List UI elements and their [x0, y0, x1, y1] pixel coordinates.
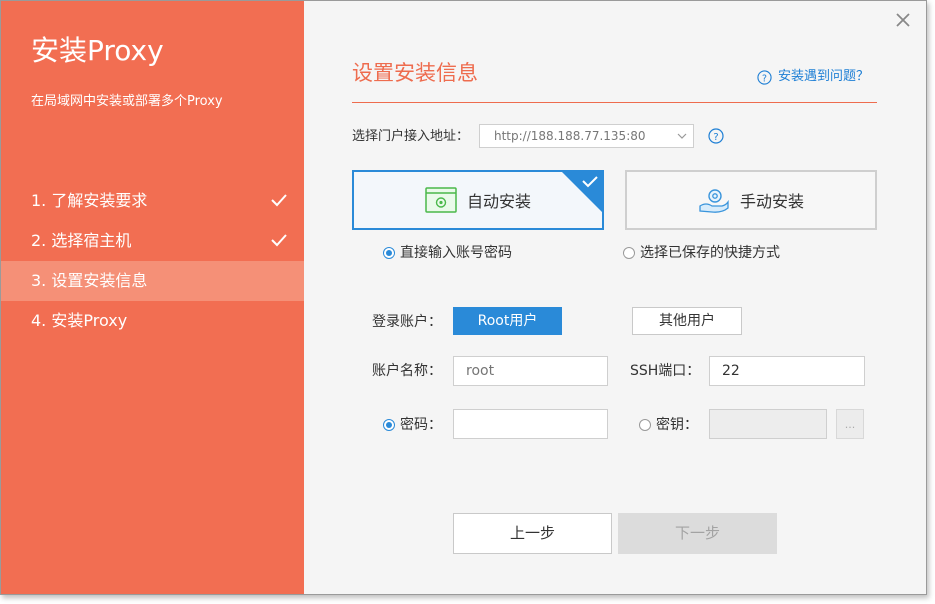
radio-button[interactable] — [383, 419, 395, 431]
check-icon — [271, 194, 287, 207]
sidebar: 安装Proxy 在局域网中安装或部署多个Proxy 1. 了解安装要求 2. 选… — [1, 1, 304, 594]
help-link-label: 安装遇到问题？ — [778, 69, 870, 84]
page-title: 设置安装信息 — [352, 61, 478, 85]
ssh-port-label: SSH端口： — [630, 363, 701, 379]
password-input[interactable] — [453, 409, 608, 439]
root-user-button[interactable]: Root用户 — [453, 307, 562, 335]
step-3-active: 3. 设置安装信息 — [1, 261, 304, 301]
app-subtitle: 在局域网中安装或部署多个Proxy — [31, 94, 223, 109]
auto-install-card[interactable]: 自动安装 — [352, 170, 604, 230]
step-2: 2. 选择宿主机 — [1, 221, 304, 261]
step-label: 2. 选择宿主机 — [31, 231, 132, 250]
browse-key-button: ... — [836, 409, 864, 439]
help-link[interactable]: ? 安装遇到问题？ — [757, 68, 869, 86]
password-label: 密码： — [400, 417, 442, 433]
manual-install-icon — [699, 189, 729, 213]
key-radio[interactable]: 密钥： — [639, 415, 698, 435]
title-divider — [352, 102, 877, 103]
manual-install-label: 手动安装 — [739, 192, 804, 211]
step-list: 1. 了解安装要求 2. 选择宿主机 3. 设置安装信息 4. 安装Proxy — [1, 181, 304, 341]
radio-button[interactable] — [383, 247, 395, 259]
step-1: 1. 了解安装要求 — [1, 181, 304, 221]
question-circle-icon[interactable]: ? — [708, 128, 724, 144]
direct-credential-label: 直接输入账号密码 — [400, 245, 512, 261]
direct-credential-radio[interactable]: 直接输入账号密码 — [383, 243, 512, 263]
svg-text:?: ? — [713, 132, 718, 143]
saved-shortcut-radio[interactable]: 选择已保存的快捷方式 — [623, 243, 780, 263]
step-label: 4. 安装Proxy — [31, 311, 128, 330]
radio-button[interactable] — [623, 247, 635, 259]
portal-selected-value: http://188.188.77.135:80 — [494, 129, 646, 143]
check-icon — [271, 234, 287, 247]
ssh-port-input[interactable]: 22 — [709, 356, 865, 386]
portal-label: 选择门户接入地址： — [352, 129, 470, 144]
auto-install-icon — [425, 187, 457, 213]
saved-shortcut-label: 选择已保存的快捷方式 — [640, 245, 780, 261]
password-radio[interactable]: 密码： — [383, 415, 442, 435]
question-circle-icon: ? — [757, 69, 772, 85]
app-title: 安装Proxy — [31, 34, 164, 67]
radio-button[interactable] — [639, 419, 651, 431]
step-label: 3. 设置安装信息 — [31, 271, 148, 290]
close-icon[interactable] — [894, 11, 912, 29]
step-4: 4. 安装Proxy — [1, 301, 304, 341]
prev-button[interactable]: 上一步 — [453, 513, 612, 554]
key-label: 密钥： — [656, 417, 698, 433]
installer-window: 安装Proxy 在局域网中安装或部署多个Proxy 1. 了解安装要求 2. 选… — [0, 0, 927, 595]
account-name-input[interactable] — [453, 356, 608, 386]
account-name-label: 账户名称： — [372, 363, 442, 379]
other-user-button[interactable]: 其他用户 — [632, 307, 742, 335]
manual-install-card[interactable]: 手动安装 — [625, 170, 877, 230]
chevron-down-icon — [677, 133, 687, 139]
login-account-label: 登录账户： — [372, 314, 442, 330]
svg-text:?: ? — [762, 73, 767, 84]
next-button: 下一步 — [618, 513, 777, 554]
portal-select[interactable]: http://188.188.77.135:80 — [479, 124, 694, 148]
step-label: 1. 了解安装要求 — [31, 191, 148, 210]
key-file-input — [709, 409, 827, 439]
auto-install-label: 自动安装 — [466, 192, 531, 211]
selected-check-icon — [561, 171, 603, 213]
